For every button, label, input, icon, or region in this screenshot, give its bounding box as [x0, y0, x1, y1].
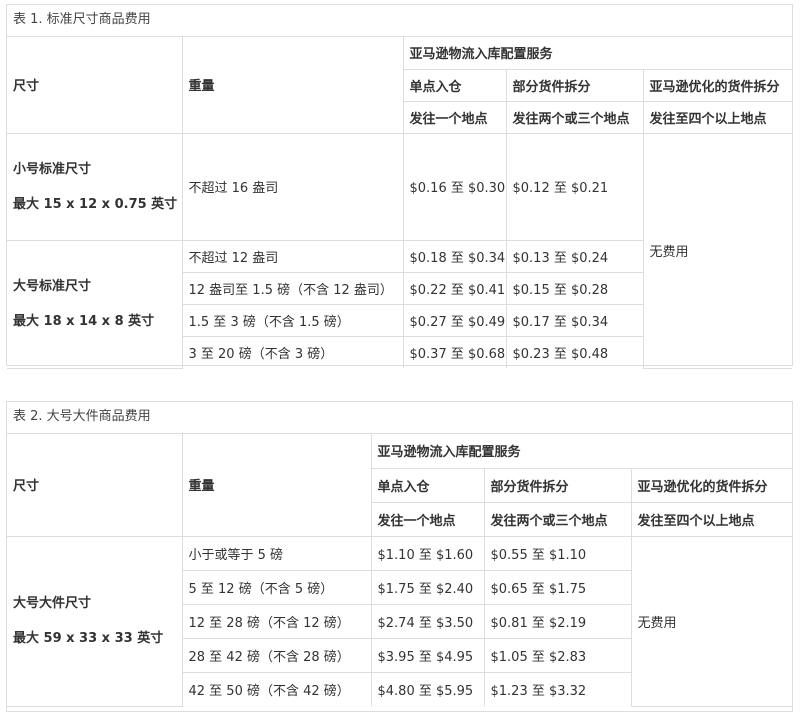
size-cell: 小号标准尺寸 最大 15 x 12 x 0.75 英寸	[7, 132, 183, 241]
header-size: 尺寸	[7, 434, 183, 537]
weight-cell: 28 至 42 磅（不含 28 磅）	[182, 637, 372, 673]
weight-cell: 5 至 12 磅（不含 5 磅）	[182, 569, 372, 605]
partial-fee-cell: $1.23 至 $3.32	[483, 671, 631, 706]
partial-fee-cell: $0.13 至 $0.24	[505, 239, 643, 273]
header-weight: 重量	[181, 37, 404, 134]
table-row: 大号大件尺寸 最大 59 x 33 x 33 英寸 小于或等于 5 磅 $1.1…	[7, 535, 792, 707]
weight-cell: 不超过 12 盎司	[181, 239, 404, 273]
partial-fee-cell: $0.17 至 $0.34	[505, 303, 643, 337]
single-fee-cell: $4.80 至 $5.95	[370, 671, 485, 706]
weight-cell: 小于或等于 5 磅	[181, 535, 372, 571]
header-size: 尺寸	[7, 37, 183, 134]
header-single-sub: 发往一个地点	[403, 100, 507, 134]
header-partial-sub: 发往两个或三个地点	[483, 501, 632, 537]
single-fee-cell: $3.95 至 $4.95	[370, 637, 485, 673]
header-service: 亚马逊物流入库配置服务	[370, 434, 792, 469]
standard-size-fee-table: 表 1. 标准尺寸商品费用 尺寸 重量 亚马逊物流入库配置服务 单点入仓 部分货…	[6, 4, 793, 369]
fee-table: 尺寸 重量 亚马逊物流入库配置服务 单点入仓 部分货件拆分 亚马逊优化的货件拆分…	[7, 434, 792, 707]
header-optimized-sub: 发往至四个以上地点	[642, 100, 792, 134]
header-partial-sub: 发往两个或三个地点	[505, 100, 644, 134]
weight-cell: 12 盎司至 1.5 磅（不含 12 盎司）	[182, 271, 404, 305]
optimized-fee-cell: 无费用	[630, 535, 792, 707]
large-bulky-fee-table: 表 2. 大号大件商品费用 尺寸 重量 亚马逊物流入库配置服务 单点入仓 部分货…	[6, 401, 793, 712]
single-fee-cell: $0.37 至 $0.68	[402, 335, 507, 368]
size-name: 大号大件尺寸	[13, 596, 92, 611]
single-fee-cell: $2.74 至 $3.50	[370, 603, 485, 639]
single-fee-cell: $0.27 至 $0.49	[402, 303, 507, 337]
size-cell: 大号大件尺寸 最大 59 x 33 x 33 英寸	[7, 535, 183, 707]
header-service: 亚马逊物流入库配置服务	[402, 37, 792, 70]
header-partial: 部分货件拆分	[483, 467, 632, 503]
partial-fee-cell: $1.05 至 $2.83	[483, 637, 631, 673]
header-single: 单点入仓	[371, 467, 485, 503]
weight-cell: 12 至 28 磅（不含 12 磅）	[182, 603, 372, 639]
header-single-sub: 发往一个地点	[371, 501, 485, 537]
partial-fee-cell: $0.81 至 $2.19	[483, 603, 631, 639]
header-optimized: 亚马逊优化的货件拆分	[630, 467, 792, 503]
fee-table: 尺寸 重量 亚马逊物流入库配置服务 单点入仓 部分货件拆分 亚马逊优化的货件拆分…	[7, 37, 792, 369]
weight-cell: 1.5 至 3 磅（不含 1.5 磅）	[182, 303, 404, 337]
single-fee-cell: $0.16 至 $0.30	[402, 132, 507, 241]
size-cell: 大号标准尺寸 最大 18 x 14 x 8 英寸	[7, 239, 183, 369]
size-limit: 最大 18 x 14 x 8 英寸	[13, 314, 155, 329]
partial-fee-cell: $0.65 至 $1.75	[483, 569, 631, 605]
partial-fee-cell: $0.55 至 $1.10	[483, 535, 632, 571]
weight-cell: 42 至 50 磅（不含 42 磅）	[182, 671, 372, 706]
header-optimized-sub: 发往至四个以上地点	[630, 501, 792, 537]
single-fee-cell: $0.18 至 $0.34	[402, 239, 507, 273]
header-partial: 部分货件拆分	[505, 68, 644, 102]
header-optimized: 亚马逊优化的货件拆分	[642, 68, 792, 102]
single-fee-cell: $0.22 至 $0.41	[402, 271, 507, 305]
size-limit: 最大 15 x 12 x 0.75 英寸	[13, 196, 178, 212]
weight-cell: 3 至 20 磅（不含 3 磅）	[182, 335, 404, 368]
single-fee-cell: $1.10 至 $1.60	[370, 535, 485, 571]
partial-fee-cell: $0.15 至 $0.28	[505, 271, 643, 305]
optimized-fee-cell: 无费用	[642, 132, 792, 369]
table-caption: 表 1. 标准尺寸商品费用	[7, 5, 792, 37]
header-weight: 重量	[181, 434, 372, 537]
header-single: 单点入仓	[403, 68, 507, 102]
table-caption: 表 2. 大号大件商品费用	[7, 402, 792, 434]
size-name: 小号标准尺寸	[13, 161, 92, 177]
table-row: 小号标准尺寸 最大 15 x 12 x 0.75 英寸 不超过 16 盎司 $0…	[7, 132, 792, 369]
size-name: 大号标准尺寸	[13, 279, 92, 294]
partial-fee-cell: $0.23 至 $0.48	[505, 335, 643, 368]
partial-fee-cell: $0.12 至 $0.21	[505, 132, 644, 241]
weight-cell: 不超过 16 盎司	[181, 132, 404, 241]
size-limit: 最大 59 x 33 x 33 英寸	[13, 631, 164, 646]
single-fee-cell: $1.75 至 $2.40	[370, 569, 485, 605]
